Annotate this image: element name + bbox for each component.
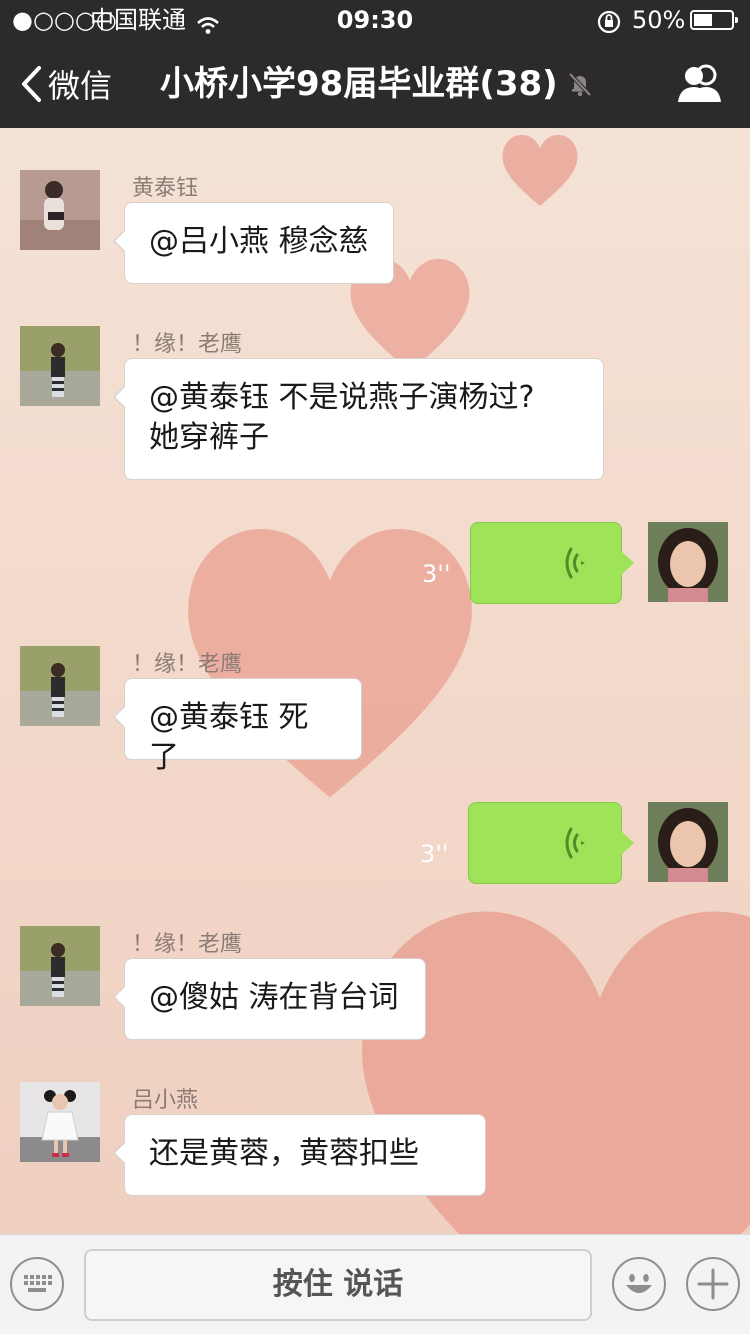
chat-wallpaper [0,128,750,1234]
voice-message-bubble[interactable] [470,522,634,604]
avatar[interactable] [20,926,100,1006]
status-bar: ●○○○○ 中国联通 09:30 50% [0,0,750,40]
emoji-button[interactable] [612,1257,666,1311]
more-options-button[interactable] [686,1257,740,1311]
sender-name: ！缘！老鹰 [132,652,243,677]
avatar[interactable] [648,802,728,882]
voice-wave-icon [563,825,591,865]
message-text-line: @黄泰钰 不是说燕子演杨过? [149,380,535,415]
hold-to-talk-button[interactable]: 按住 说话 [84,1249,592,1321]
keyboard-toggle-button[interactable] [10,1257,64,1311]
avatar[interactable] [648,522,728,602]
top-bar: ●○○○○ 中国联通 09:30 50% 微信 小桥小学98届毕业群(38) [0,0,750,128]
voice-duration: 3'' [422,560,451,588]
avatar[interactable] [20,646,100,726]
sender-name: ！缘！老鹰 [132,932,243,957]
group-members-button[interactable] [676,62,724,110]
nav-bar: 微信 小桥小学98届毕业群(38) [0,40,750,128]
message-text: @傻姑 涛在背台词 [149,980,399,1015]
battery-fill [694,14,712,26]
bell-slash-icon [566,70,594,102]
message-bubble[interactable]: @黄泰钰 死了 [113,678,362,775]
message-bubble[interactable]: @黄泰钰 不是说燕子演杨过? 她穿裤子 [113,358,604,480]
voice-message-bubble[interactable] [468,802,634,884]
sender-name: 黄泰钰 [132,176,199,201]
message-bubble[interactable]: @傻姑 涛在背台词 [113,958,426,1040]
message-text: @吕小燕 穆念慈 [149,224,369,259]
group-icon [678,64,721,102]
back-label: 微信 [48,67,113,105]
heart-wallpaper-shape [502,134,578,206]
battery-percent: 50% [632,6,686,34]
voice-duration: 3'' [420,840,449,868]
message-text: 还是黄蓉，黄蓉扣些 [149,1136,419,1171]
sender-name: ！缘！老鹰 [132,332,243,357]
chat-title: 小桥小学98届毕业群(38) [160,64,558,104]
plus-icon [697,1268,729,1300]
avatar[interactable] [20,326,100,406]
chat-input-bar: 按住 说话 [0,1234,750,1334]
message-bubble[interactable]: @吕小燕 穆念慈 [113,202,394,284]
message-text-line: 她穿裤子 [149,420,269,455]
sender-name: 吕小燕 [132,1088,199,1113]
avatar[interactable] [20,170,100,250]
message-text: @黄泰钰 死了 [149,700,309,775]
chevron-left-icon [22,66,41,102]
avatar[interactable] [20,1082,100,1162]
keyboard-icon [24,1275,52,1292]
battery-icon [690,10,738,30]
back-button[interactable]: 微信 [20,62,112,106]
voice-wave-icon [563,545,591,585]
message-bubble[interactable]: 还是黄蓉，黄蓉扣些 [113,1114,486,1196]
battery-tip [735,17,738,23]
smiley-icon [626,1274,652,1293]
